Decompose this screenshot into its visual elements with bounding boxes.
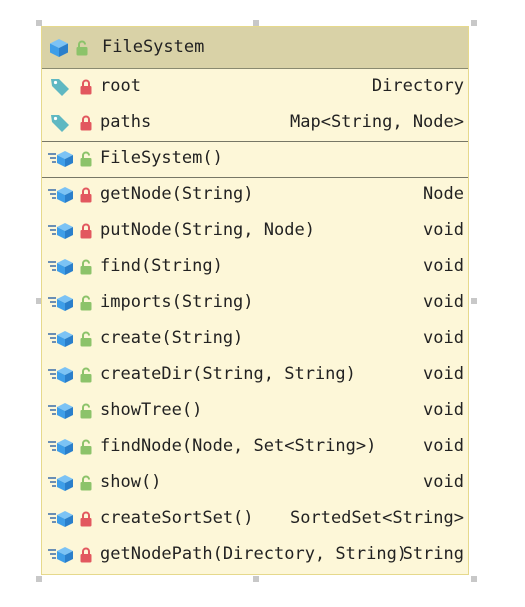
method-icon xyxy=(48,474,74,492)
field-tag-icon xyxy=(50,113,70,133)
method-name: putNode(String, Node) xyxy=(100,220,315,240)
method-type: SortedSet<String> xyxy=(290,508,464,528)
method-type: void xyxy=(423,364,464,384)
method-icon xyxy=(48,258,74,276)
lock-closed-red-icon xyxy=(80,547,92,563)
method-name: imports(String) xyxy=(100,292,254,312)
method-icon xyxy=(48,294,74,312)
method-icon xyxy=(48,510,74,528)
lock-closed-red-icon xyxy=(80,187,92,203)
field-name: paths xyxy=(100,112,152,132)
lock-open-green-icon xyxy=(80,295,92,311)
lock-open-green-icon xyxy=(80,259,92,275)
method-name: showTree() xyxy=(100,400,203,420)
method-type: void xyxy=(423,472,464,492)
method-icon xyxy=(48,186,74,204)
method-type: void xyxy=(423,256,464,276)
method-icon xyxy=(48,546,74,564)
lock-open-green-icon xyxy=(80,475,92,491)
method-type: void xyxy=(423,292,464,312)
method-name: findNode(Node, Set<String>) xyxy=(100,436,377,456)
lock-closed-red-icon xyxy=(80,223,92,239)
method-name: find(String) xyxy=(100,256,223,276)
uml-class-node[interactable]: FileSystem root Directory paths Map<String,… xyxy=(41,26,469,575)
method-icon xyxy=(48,366,74,384)
method-icon xyxy=(48,438,74,456)
method-type: void xyxy=(423,220,464,240)
method-name: create(String) xyxy=(100,328,244,348)
method-icon xyxy=(48,222,74,240)
resize-handle-bottom-right[interactable] xyxy=(471,576,477,582)
method-row[interactable]: findNode(Node, Set<String>) void xyxy=(42,429,468,465)
lock-closed-red-icon xyxy=(80,79,92,95)
method-row[interactable]: getNodePath(Directory, String) String xyxy=(42,537,468,573)
class-header[interactable]: FileSystem xyxy=(42,27,468,69)
field-tag-icon xyxy=(50,77,70,97)
lock-open-green-icon xyxy=(80,439,92,455)
field-type: Directory xyxy=(371,76,464,96)
constructor-row[interactable]: FileSystem() xyxy=(42,141,468,177)
constructor-name: FileSystem() xyxy=(100,148,223,168)
method-row[interactable]: find(String) void xyxy=(42,249,468,285)
method-name: createDir(String, String) xyxy=(100,364,356,384)
lock-open-green-icon xyxy=(80,403,92,419)
field-name: root xyxy=(100,76,141,96)
field-type: Map<String, Node> xyxy=(290,112,464,132)
method-type: Node xyxy=(423,184,464,204)
method-row[interactable]: imports(String) void xyxy=(42,285,468,321)
lock-open-green-icon xyxy=(80,367,92,383)
method-type: void xyxy=(423,328,464,348)
method-name: createSortSet() xyxy=(100,508,254,528)
method-row[interactable]: createDir(String, String) void xyxy=(42,357,468,393)
method-name: getNodePath(Directory, String) xyxy=(100,544,408,564)
lock-open-green-icon xyxy=(76,40,88,56)
lock-open-green-icon xyxy=(80,331,92,347)
lock-closed-red-icon xyxy=(80,511,92,527)
method-row[interactable]: getNode(String) Node xyxy=(42,177,468,213)
method-row[interactable]: putNode(String, Node) void xyxy=(42,213,468,249)
method-row[interactable]: createSortSet() SortedSet<String> xyxy=(42,501,468,537)
method-name: getNode(String) xyxy=(100,184,254,204)
lock-open-green-icon xyxy=(80,151,92,167)
method-row[interactable]: show() void xyxy=(42,465,468,501)
method-row[interactable]: create(String) void xyxy=(42,321,468,357)
field-row[interactable]: root Directory xyxy=(42,69,468,105)
resize-handle-right[interactable] xyxy=(471,298,477,304)
method-type: String xyxy=(402,544,464,564)
resize-handle-bottom[interactable] xyxy=(253,576,259,582)
lock-closed-red-icon xyxy=(80,115,92,131)
method-type: void xyxy=(423,436,464,456)
method-icon xyxy=(48,402,74,420)
class-cube-icon xyxy=(49,38,69,58)
resize-handle-bottom-left[interactable] xyxy=(36,576,42,582)
method-icon xyxy=(48,330,74,348)
resize-handle-top-right[interactable] xyxy=(471,20,477,26)
field-row[interactable]: paths Map<String, Node> xyxy=(42,105,468,141)
method-icon xyxy=(48,150,74,168)
class-name: FileSystem xyxy=(102,37,205,57)
method-row[interactable]: showTree() void xyxy=(42,393,468,429)
method-type: void xyxy=(423,400,464,420)
method-name: show() xyxy=(100,472,162,492)
